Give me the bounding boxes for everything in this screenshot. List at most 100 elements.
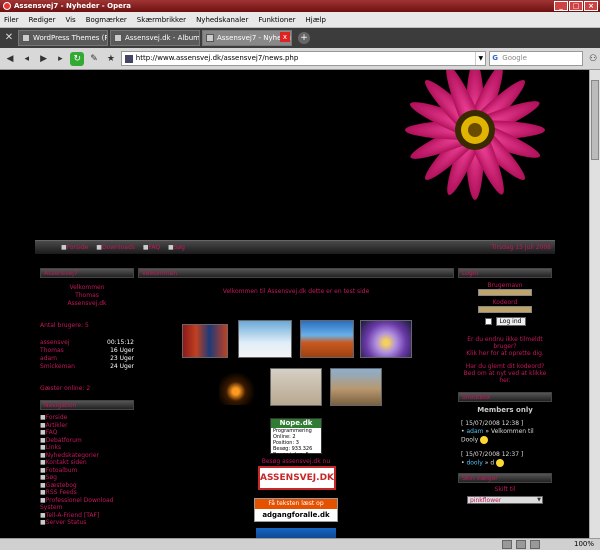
- photo-bear[interactable]: [330, 368, 382, 406]
- opera-logo-icon: [3, 2, 11, 10]
- shout-author[interactable]: adam: [466, 428, 483, 435]
- nav-item[interactable]: Links: [40, 444, 134, 452]
- skin-label: Skift til: [494, 486, 516, 493]
- nav-item[interactable]: Kontakt siden: [40, 459, 134, 467]
- nav-item[interactable]: Artikler: [40, 422, 134, 430]
- new-tab-button[interactable]: +: [298, 32, 310, 44]
- bookmark-star-icon[interactable]: ★: [104, 52, 118, 66]
- favicon-icon: [22, 34, 30, 42]
- remember-checkbox[interactable]: [484, 318, 492, 325]
- password-input[interactable]: [478, 306, 532, 313]
- maximize-button[interactable]: □: [569, 1, 583, 11]
- reload-icon[interactable]: ↻: [70, 51, 85, 66]
- nav-item[interactable]: Server Status: [40, 519, 134, 527]
- username-input[interactable]: [478, 289, 532, 296]
- username-label: Brugernavn: [487, 282, 523, 289]
- password-label: Kodeord: [492, 299, 518, 306]
- shout-author[interactable]: dooly: [466, 459, 482, 466]
- panel-header-shoutbox: Shoutbox: [458, 392, 552, 402]
- menu-file[interactable]: Filer: [4, 16, 19, 24]
- close-tab-icon[interactable]: x: [280, 32, 290, 42]
- nope-header: Nope.dk: [271, 419, 321, 428]
- skin-select[interactable]: pinkflower: [467, 496, 543, 504]
- nav-item[interactable]: Debatforum: [40, 437, 134, 445]
- shoutbox-panel: Members only [ 15/07/2008 12:38 ] • adam…: [458, 406, 552, 467]
- user-name[interactable]: assensvej: [40, 339, 69, 347]
- date-label: Tirsdag 15 Juli 2008: [491, 244, 551, 251]
- wand-icon[interactable]: ✎: [87, 52, 101, 66]
- zoom-level[interactable]: 100%: [574, 539, 594, 550]
- tab-albums[interactable]: Assensvej.dk - Albums...: [110, 30, 200, 46]
- register-link[interactable]: Klik her for at oprette dig.: [458, 350, 552, 357]
- flower-image: [405, 70, 545, 200]
- assensvej-banner-button[interactable]: ASSENSVEJ.DK: [258, 466, 336, 490]
- scrollbar-thumb[interactable]: [591, 80, 599, 160]
- tab-wordpress[interactable]: WordPress Themes (P...: [18, 30, 108, 46]
- status-icon[interactable]: [502, 540, 512, 549]
- nav-item[interactable]: Gæstebog: [40, 482, 134, 490]
- url-dropdown-icon[interactable]: ▼: [475, 52, 485, 65]
- photo-camel[interactable]: [270, 368, 322, 406]
- shout-date: [ 15/07/2008 12:37 ]: [461, 450, 524, 458]
- nav-link-home[interactable]: Forside: [61, 244, 88, 251]
- photo-polar-bear[interactable]: [238, 320, 292, 358]
- nav-item[interactable]: Nyhedskategorier: [40, 452, 134, 460]
- menu-view[interactable]: Vis: [65, 16, 75, 24]
- nav-item[interactable]: Fotoalbum: [40, 467, 134, 475]
- nav-link-faq[interactable]: FAQ: [143, 244, 160, 251]
- menu-bookmarks[interactable]: Bogmærker: [86, 16, 127, 24]
- welcome-user[interactable]: Thomas: [40, 292, 134, 300]
- user-name[interactable]: Thomas: [40, 347, 64, 355]
- nope-counter-widget[interactable]: Nope.dk Programmering Online: 2 Position…: [270, 418, 322, 458]
- close-window-button[interactable]: ×: [584, 1, 598, 11]
- status-icon[interactable]: [516, 540, 526, 549]
- nav-item[interactable]: RSS Feeds: [40, 489, 134, 497]
- banner-image[interactable]: [256, 528, 336, 538]
- adgangforalle-banner-button[interactable]: Få teksten læst op adgangforalle.dk: [254, 498, 338, 522]
- url-text: http://www.assensvej.dk/assensvej7/news.…: [135, 54, 299, 62]
- fast-forward-icon[interactable]: ▸: [53, 52, 67, 66]
- nav-item[interactable]: Søg: [40, 474, 134, 482]
- shout-item: [ 15/07/2008 12:37 ] • dooly » d: [458, 451, 552, 468]
- forward-icon[interactable]: ▶: [37, 52, 51, 66]
- photo-thumbnail[interactable]: [182, 324, 228, 358]
- menu-bar: Filer Rediger Vis Bogmærker Skærmbrikker…: [0, 12, 600, 28]
- menu-tools[interactable]: Funktioner: [258, 16, 295, 24]
- menu-feeds[interactable]: Nyhedskanaler: [196, 16, 248, 24]
- photo-eclipse[interactable]: [218, 370, 262, 406]
- forgot-link[interactable]: Bed om at nyt ved at klikke her.: [458, 370, 552, 384]
- nav-item[interactable]: Forside: [40, 414, 134, 422]
- nav-item[interactable]: FAQ: [40, 429, 134, 437]
- tools-icon[interactable]: ✕: [2, 31, 16, 45]
- minimize-button[interactable]: _: [554, 1, 568, 11]
- menu-help[interactable]: Hjælp: [306, 16, 326, 24]
- vertical-scrollbar[interactable]: [589, 70, 600, 538]
- visit-link[interactable]: Besøg assensvej.dk nu: [138, 458, 454, 465]
- status-icon[interactable]: [530, 540, 540, 549]
- login-button[interactable]: Log ind: [495, 317, 526, 326]
- user-time: 00:15:12: [107, 339, 134, 346]
- user-name[interactable]: adam: [40, 355, 57, 363]
- list-item: Thomas 16 Uger: [40, 347, 134, 355]
- welcome-site: Assensvej.dk: [67, 300, 107, 307]
- menu-widgets[interactable]: Skærmbrikker: [137, 16, 186, 24]
- binoculars-icon[interactable]: ⚇: [586, 52, 600, 66]
- rewind-icon[interactable]: ◂: [20, 52, 34, 66]
- photo-flower[interactable]: [360, 320, 412, 358]
- site-icon: [124, 55, 133, 63]
- favicon-icon: [206, 34, 214, 42]
- photo-arch[interactable]: [300, 320, 354, 358]
- panel-header-login: Login: [458, 268, 552, 278]
- back-icon[interactable]: ◀: [3, 52, 17, 66]
- url-field[interactable]: http://www.assensvej.dk/assensvej7/news.…: [120, 51, 487, 66]
- nav-item[interactable]: Professionel Download System: [40, 497, 134, 512]
- nav-link-downloads[interactable]: Downloads: [96, 244, 135, 251]
- menu-edit[interactable]: Rediger: [29, 16, 56, 24]
- user-name[interactable]: Smickeman: [40, 363, 75, 371]
- tab-news[interactable]: Assensvej7 - Nyheder x: [202, 30, 292, 46]
- list-item: assensvej 00:15:12: [40, 339, 134, 347]
- user-time: 16 Uger: [110, 347, 134, 354]
- search-field[interactable]: G Google: [489, 51, 584, 66]
- nav-item[interactable]: Tell-A-Friend [TAF]: [40, 512, 134, 520]
- nav-link-search[interactable]: Søg: [168, 244, 185, 251]
